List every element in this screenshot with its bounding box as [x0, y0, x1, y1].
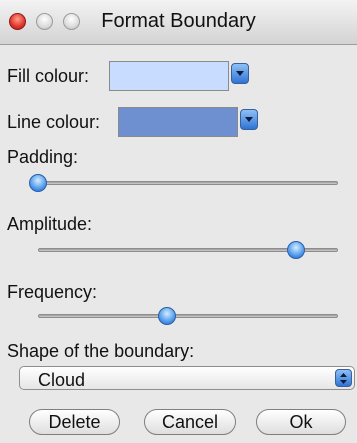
line-colour-label: Line colour:	[7, 112, 101, 132]
shape-selected-value: Cloud	[38, 370, 86, 390]
slider-track	[38, 181, 338, 185]
frequency-slider[interactable]	[38, 305, 338, 327]
frequency-label: Frequency:	[7, 282, 98, 302]
amplitude-label: Amplitude:	[7, 214, 93, 234]
format-boundary-window: Format Boundary Fill colour: Line colour…	[0, 0, 357, 443]
delete-button[interactable]: Delete	[29, 409, 120, 435]
up-down-arrows-icon	[335, 369, 352, 387]
cancel-button[interactable]: Cancel	[144, 409, 236, 435]
line-colour-dropdown-button[interactable]	[240, 109, 258, 130]
window-title: Format Boundary	[101, 10, 256, 32]
shape-label: Shape of the boundary:	[7, 341, 195, 361]
chevron-down-icon	[244, 116, 254, 123]
slider-thumb[interactable]	[29, 174, 47, 192]
slider-track	[38, 314, 338, 318]
title-bar: Format Boundary	[0, 0, 357, 45]
amplitude-slider[interactable]	[38, 239, 338, 261]
padding-slider[interactable]	[29, 172, 338, 194]
fill-colour-label: Fill colour:	[7, 66, 90, 86]
shape-select[interactable]: Cloud	[19, 366, 355, 390]
slider-thumb[interactable]	[287, 241, 305, 259]
slider-thumb[interactable]	[158, 307, 176, 325]
fill-colour-swatch[interactable]	[109, 61, 229, 91]
line-colour-swatch[interactable]	[118, 107, 238, 137]
padding-label: Padding:	[7, 147, 79, 167]
chevron-down-icon	[235, 70, 245, 77]
ok-button[interactable]: Ok	[256, 409, 346, 435]
fill-colour-dropdown-button[interactable]	[231, 63, 249, 84]
